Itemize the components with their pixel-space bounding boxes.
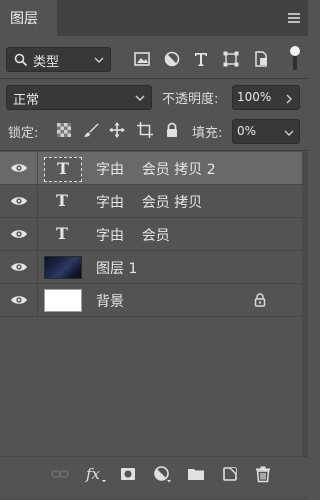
type-layer-thumbnail[interactable]: T bbox=[44, 190, 82, 215]
panel-footer: fx bbox=[0, 456, 308, 500]
eye-icon[interactable] bbox=[10, 294, 28, 306]
chevron-down-icon bbox=[135, 95, 145, 101]
new-group-icon[interactable] bbox=[187, 465, 205, 483]
background-layer-thumbnail[interactable] bbox=[44, 289, 82, 312]
adjustment-filter-icon[interactable] bbox=[163, 50, 181, 68]
panel-header: 图层 bbox=[0, 0, 308, 36]
layer-row-type[interactable]: T 字由 会员 bbox=[0, 218, 302, 251]
fill-label: 填充: bbox=[192, 126, 223, 141]
svg-text:fx: fx bbox=[85, 465, 101, 483]
layer-row-type-copy[interactable]: T 字由 会员 拷贝 bbox=[0, 185, 302, 218]
lock-all-icon[interactable] bbox=[164, 122, 180, 138]
lock-artboard-icon[interactable] bbox=[137, 122, 153, 138]
type-layer-thumbnail[interactable]: T bbox=[44, 157, 82, 182]
filter-kind-label: 类型 bbox=[33, 55, 60, 70]
filter-kind-select[interactable]: 类型 bbox=[6, 47, 111, 72]
smart-object-filter-icon[interactable] bbox=[252, 50, 270, 68]
blend-mode-select[interactable]: 正常 bbox=[6, 85, 152, 110]
chevron-down-icon[interactable] bbox=[284, 128, 294, 138]
link-layers-icon[interactable] bbox=[51, 465, 69, 483]
trash-icon[interactable] bbox=[254, 465, 272, 483]
opacity-label: 不透明度: bbox=[162, 92, 219, 107]
tab-layers[interactable]: 图层 bbox=[0, 0, 57, 36]
eye-icon[interactable] bbox=[10, 195, 28, 207]
image-filter-icon[interactable] bbox=[133, 50, 151, 68]
type-filter-icon[interactable] bbox=[192, 50, 210, 68]
layer-name[interactable]: 字由 会员 拷贝 2 bbox=[96, 159, 216, 179]
lock-transparent-pixels-icon[interactable] bbox=[56, 122, 72, 138]
layers-panel: 图层 类型 正常 不透明度: 100% 锁定: 填充: 0% T 字由 会员 拷… bbox=[0, 0, 308, 500]
adjustment-layer-icon[interactable] bbox=[153, 465, 171, 483]
image-layer-thumbnail[interactable] bbox=[44, 256, 82, 279]
blend-mode-label: 正常 bbox=[13, 93, 40, 108]
chevron-right-icon[interactable] bbox=[284, 94, 294, 104]
shape-filter-icon[interactable] bbox=[222, 50, 240, 68]
filter-toggle-switch[interactable] bbox=[290, 46, 300, 72]
tab-layers-label: 图层 bbox=[10, 11, 38, 27]
layer-name[interactable]: 图层 1 bbox=[96, 258, 137, 278]
lock-label: 锁定: bbox=[8, 126, 39, 141]
opacity-value: 100% bbox=[237, 90, 272, 104]
lock-icon[interactable] bbox=[254, 293, 266, 307]
lock-image-pixels-icon[interactable] bbox=[83, 122, 99, 138]
eye-icon[interactable] bbox=[10, 261, 28, 273]
fx-icon[interactable]: fx bbox=[85, 465, 107, 483]
new-layer-icon[interactable] bbox=[221, 465, 239, 483]
divider bbox=[0, 78, 308, 79]
layer-row-image[interactable]: 图层 1 bbox=[0, 251, 302, 284]
search-icon bbox=[14, 53, 28, 67]
hamburger-menu-icon[interactable] bbox=[288, 13, 300, 23]
lock-position-icon[interactable] bbox=[109, 122, 125, 138]
layer-row-type-copy-2[interactable]: T 字由 会员 拷贝 2 bbox=[0, 152, 302, 185]
type-layer-thumbnail[interactable]: T bbox=[44, 223, 82, 248]
layer-name[interactable]: 字由 会员 拷贝 bbox=[96, 192, 202, 212]
fill-input[interactable]: 0% bbox=[232, 119, 300, 144]
add-mask-icon[interactable] bbox=[119, 465, 137, 483]
opacity-input[interactable]: 100% bbox=[232, 85, 300, 110]
layers-scrollbar[interactable] bbox=[302, 152, 308, 456]
chevron-down-icon bbox=[94, 57, 104, 63]
eye-icon[interactable] bbox=[10, 162, 28, 174]
fill-value: 0% bbox=[237, 124, 257, 138]
layers-list: T 字由 会员 拷贝 2 T 字由 会员 拷贝 T 字由 会员 图层 1 背景 bbox=[0, 152, 308, 456]
eye-icon[interactable] bbox=[10, 228, 28, 240]
layer-name[interactable]: 背景 bbox=[96, 291, 124, 311]
layer-name[interactable]: 字由 会员 bbox=[96, 225, 170, 245]
divider bbox=[0, 150, 308, 151]
layer-row-background[interactable]: 背景 bbox=[0, 284, 302, 317]
